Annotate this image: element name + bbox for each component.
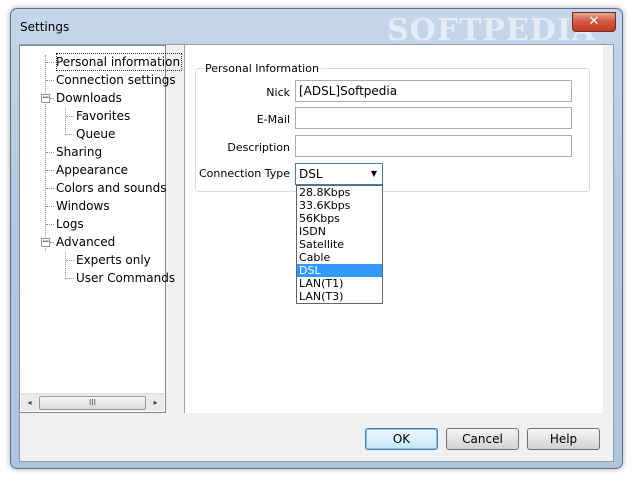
settings-tree[interactable]: − − Personal information Connection sett…: [19, 45, 183, 413]
ok-button[interactable]: OK: [365, 428, 438, 450]
help-button[interactable]: Help: [527, 428, 600, 450]
connection-option[interactable]: Cable: [297, 251, 382, 264]
connection-type-label: Connection Type: [198, 167, 290, 180]
connection-option[interactable]: LAN(T3): [297, 290, 382, 303]
description-input[interactable]: [295, 135, 572, 157]
tree-connector: [45, 55, 46, 251]
collapse-downloads-icon[interactable]: −: [41, 94, 50, 103]
tree-item-experts-only[interactable]: Experts only: [76, 251, 151, 269]
close-button[interactable]: ✕: [572, 12, 616, 32]
connection-type-dropdown[interactable]: 28.8Kbps 33.6Kbps 56Kbps ISDN Satellite …: [296, 185, 383, 304]
tree-item-appearance[interactable]: Appearance: [56, 161, 128, 179]
tree-connector: [66, 278, 74, 279]
tree-connector: [46, 224, 54, 225]
cancel-button[interactable]: Cancel: [446, 428, 519, 450]
connection-option[interactable]: LAN(T1): [297, 277, 382, 290]
dropdown-arrow-icon[interactable]: ▼: [371, 164, 377, 184]
scroll-left-icon[interactable]: ◂: [21, 394, 38, 411]
tree-item-downloads[interactable]: Downloads: [56, 89, 122, 107]
tree-item-queue[interactable]: Queue: [76, 125, 115, 143]
connection-option[interactable]: ISDN: [297, 225, 382, 238]
tree-horizontal-scrollbar[interactable]: ◂ III ▸: [21, 393, 164, 411]
tree-item-colors-and-sounds[interactable]: Colors and sounds: [56, 179, 166, 197]
tree-connector: [46, 80, 54, 81]
tree-connector: [50, 98, 54, 99]
watermark-logo: SOFTPEDIA: [387, 13, 597, 48]
collapse-advanced-icon[interactable]: −: [41, 238, 50, 247]
tree-connector: [46, 152, 54, 153]
tree-connector: [46, 206, 54, 207]
connection-type-select[interactable]: DSL ▼: [295, 163, 383, 185]
tree-connector: [66, 134, 74, 135]
nick-label: Nick: [266, 86, 290, 99]
group-title: Personal Information: [203, 62, 321, 75]
nick-input[interactable]: [ADSL]Softpedia: [295, 80, 572, 102]
tree-item-logs[interactable]: Logs: [56, 215, 84, 233]
tree-connector: [46, 170, 54, 171]
tree-item-advanced[interactable]: Advanced: [56, 233, 115, 251]
connection-type-value: DSL: [299, 167, 323, 181]
tree-item-user-commands[interactable]: User Commands: [76, 269, 175, 287]
tree-item-favorites[interactable]: Favorites: [76, 107, 130, 125]
tree-item-windows[interactable]: Windows: [56, 197, 110, 215]
tree-connector: [46, 188, 54, 189]
tree-connector: [65, 108, 66, 135]
tree-connector: [65, 252, 66, 279]
tree-connector: [50, 242, 54, 243]
email-label: E-Mail: [256, 113, 290, 126]
tree-connector: [66, 260, 74, 261]
window-title: Settings: [20, 20, 70, 34]
connection-option[interactable]: DSL: [297, 264, 382, 277]
scroll-right-icon[interactable]: ▸: [147, 394, 164, 411]
description-label: Description: [227, 141, 290, 154]
tree-item-personal-information[interactable]: Personal information: [56, 53, 183, 71]
connection-option[interactable]: 28.8Kbps: [297, 186, 382, 199]
connection-option[interactable]: 56Kbps: [297, 212, 382, 225]
tree-connector: [46, 62, 54, 63]
connection-option[interactable]: 33.6Kbps: [297, 199, 382, 212]
tree-item-sharing[interactable]: Sharing: [56, 143, 102, 161]
title-bar[interactable]: Settings SOFTPEDIA ✕: [11, 9, 622, 48]
tree-connector: [66, 116, 74, 117]
scrollbar-thumb[interactable]: III: [39, 396, 146, 410]
email-input[interactable]: [295, 107, 572, 129]
connection-option[interactable]: Satellite: [297, 238, 382, 251]
tree-item-connection-settings[interactable]: Connection settings: [56, 71, 176, 89]
